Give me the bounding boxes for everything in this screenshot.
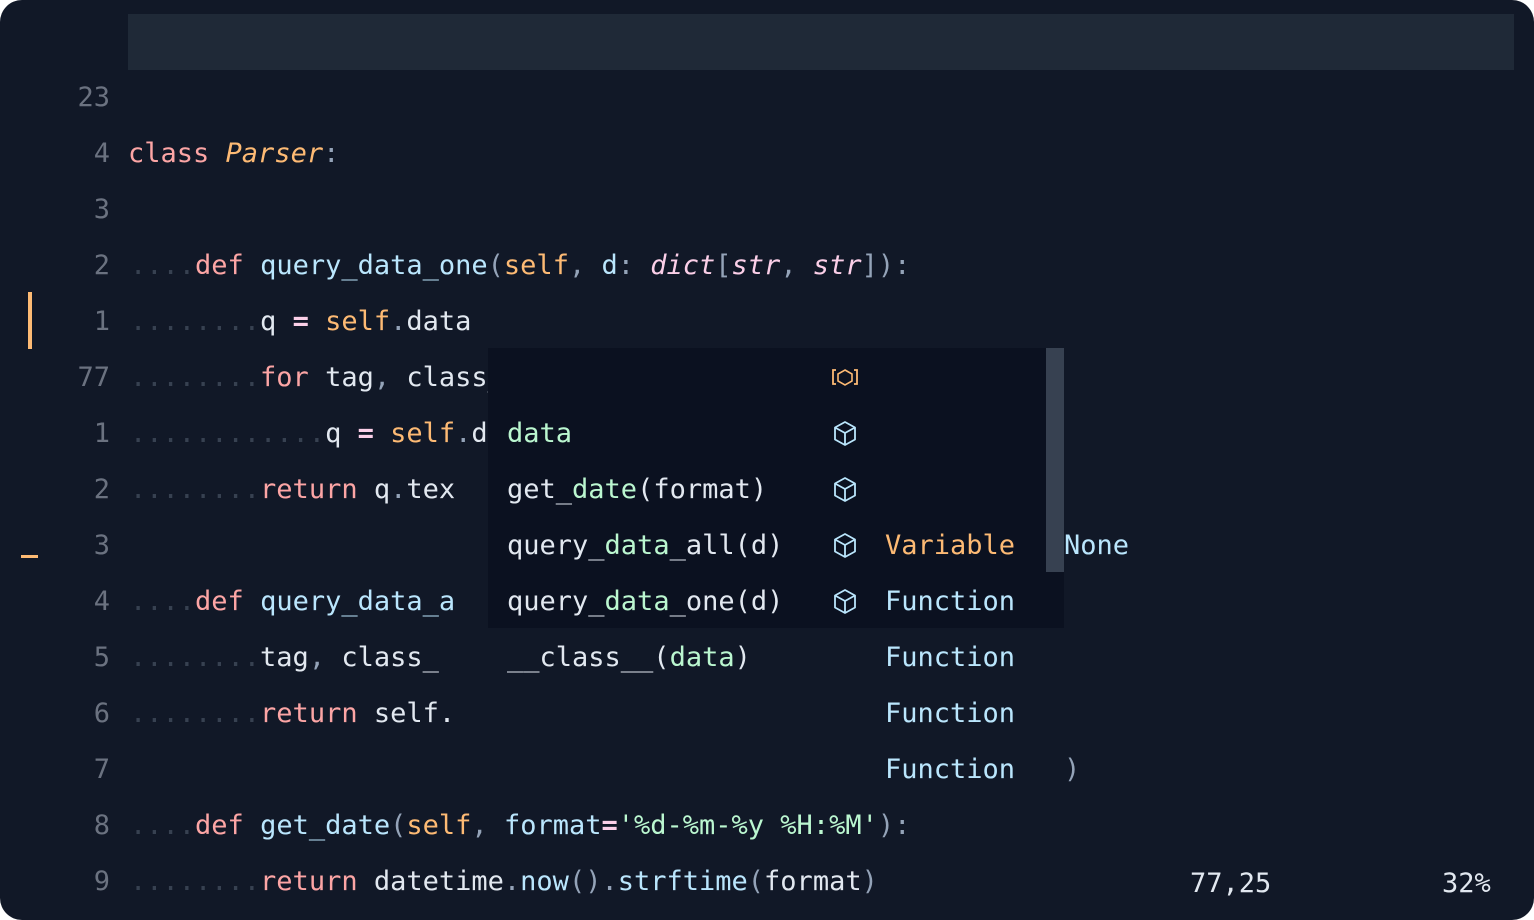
code-line[interactable]: 1 ........for tag, class_ in d.items(): xyxy=(0,238,1534,393)
completion-item-data[interactable]: data Variable xyxy=(488,350,1064,561)
completion-scrollbar[interactable] xyxy=(1046,348,1064,572)
code-line[interactable]: 3 ....def query_data_one(self, d: dict[s… xyxy=(0,126,1534,281)
cube-icon xyxy=(834,533,856,558)
completion-kind: Function xyxy=(885,754,1016,785)
code-line[interactable]: 7 ....def get_date(self, format='%d-%m-%… xyxy=(0,686,1534,841)
completion-label: __class__(data) xyxy=(507,642,751,673)
cursor-position: 77,25 xyxy=(1190,868,1272,899)
cube-icon xyxy=(834,477,856,502)
code-editor[interactable]: 23 class Parser: 4 3 ....def query_data_… xyxy=(0,0,1534,920)
cube-icon xyxy=(834,589,856,614)
variable-icon xyxy=(832,369,858,386)
code-line[interactable]: 8 ........return datetime.now().strftime… xyxy=(0,742,1534,897)
code-line-cursor[interactable]: 77 ............q = self.data xyxy=(0,294,1534,449)
scroll-percent: 32% xyxy=(1442,868,1491,899)
completion-item-query-data-one[interactable]: query_data_one(d) Function xyxy=(488,518,1064,729)
completion-item-query-data-all[interactable]: query_data_all(d) Function xyxy=(488,462,1064,673)
completion-kind: Function xyxy=(885,698,1016,729)
completion-item-get-date[interactable]: get_date(format) Function xyxy=(488,406,1064,617)
completion-kind: Function xyxy=(885,642,1016,673)
code-line[interactable]: 9 xyxy=(0,798,1534,897)
code-line[interactable]: 23 class Parser: xyxy=(0,14,1534,169)
completion-item-class[interactable]: __class__(data) Function xyxy=(488,574,1064,785)
code-line[interactable]: 4 xyxy=(0,70,1534,169)
line-number: 23 xyxy=(77,82,110,113)
line-number: 9 xyxy=(93,866,110,897)
code-line[interactable]: 2 ........q = self.data xyxy=(0,182,1534,337)
line-code[interactable]: ........return datetime.now().strftime(f… xyxy=(130,854,878,910)
cube-icon xyxy=(834,421,856,446)
completion-popup[interactable]: data Variable get_date(format) Function … xyxy=(488,348,1064,785)
code-line[interactable]: 6 xyxy=(0,630,1534,729)
